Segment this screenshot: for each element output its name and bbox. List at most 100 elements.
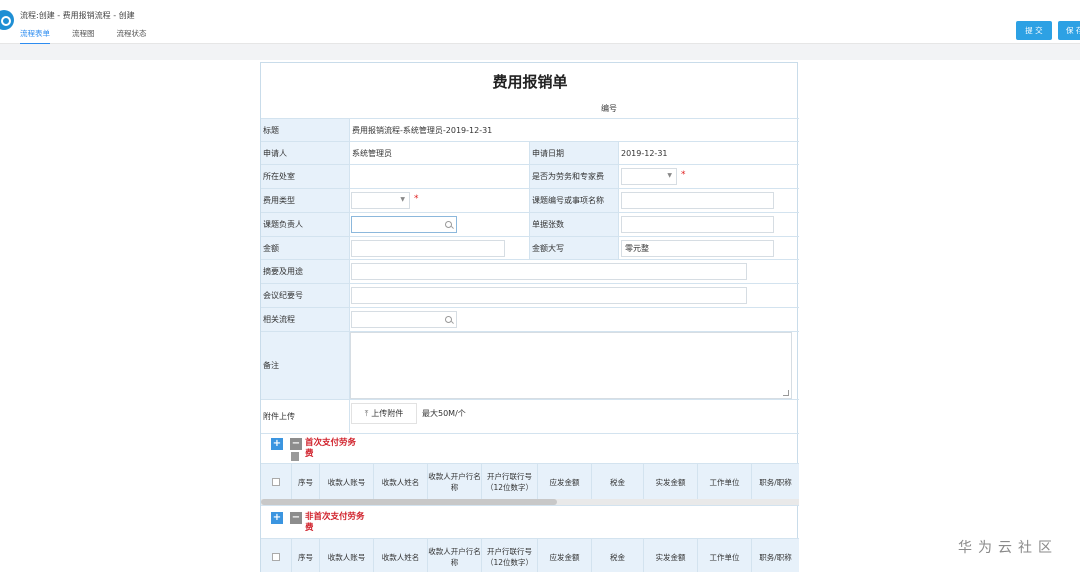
- column-header: 职务/职称: [751, 539, 799, 572]
- project-leader-label: 课题负责人: [261, 213, 350, 236]
- meeting-label: 会议纪要号: [261, 284, 350, 307]
- expense-form: 费用报销单 编号 标题 费用报销流程-系统管理员-2019-12-31 申请人 …: [260, 62, 799, 572]
- section-title: 非首次支付劳务费: [305, 512, 365, 533]
- row-dept: 所在处室 是否为劳务和专家费 ▼ *: [261, 164, 799, 188]
- select-all-checkbox-cell: [261, 539, 291, 572]
- column-header: 收款人姓名: [373, 539, 427, 572]
- select-all-checkbox[interactable]: [272, 478, 280, 486]
- tab-bar: 流程表单 流程图 流程状态: [20, 28, 147, 45]
- column-header: 应发金额: [537, 464, 591, 500]
- tab-status[interactable]: 流程状态: [117, 28, 147, 45]
- fee-type-select[interactable]: ▼: [351, 192, 410, 209]
- upload-hint: 最大50M/个: [422, 409, 466, 418]
- row-amount: 金额 金额大写 零元整: [261, 236, 799, 259]
- applicant-value: 系统管理员: [352, 148, 392, 158]
- section-non-first-payment: + − 非首次支付劳务费 序号 收款人账号 收款人姓名 收款人开户行名称 开户行…: [261, 505, 799, 572]
- upload-icon: ⤒: [364, 408, 369, 418]
- column-header: 职务/职称: [751, 464, 799, 500]
- is-labor-fee-select[interactable]: ▼: [621, 168, 677, 185]
- amount-upper-value: 零元整: [625, 244, 649, 253]
- form-title: 费用报销单: [492, 73, 568, 91]
- upload-button[interactable]: ⤒ 上传附件: [351, 403, 417, 424]
- tab-form[interactable]: 流程表单: [20, 28, 50, 45]
- amount-upper-input[interactable]: 零元整: [621, 240, 774, 257]
- row-meeting: 会议纪要号: [261, 283, 799, 307]
- copy-icon[interactable]: [291, 452, 299, 461]
- applicant-label: 申请人: [261, 142, 350, 164]
- related-flow-input[interactable]: [351, 311, 457, 328]
- search-icon[interactable]: [445, 221, 452, 228]
- minus-icon[interactable]: −: [290, 512, 302, 524]
- save-button[interactable]: 保 存: [1058, 21, 1080, 40]
- summary-label: 摘要及用途: [261, 260, 350, 283]
- project-no-input[interactable]: [621, 192, 774, 209]
- breadcrumb: 流程:创建 - 费用报销流程 - 创建: [20, 11, 135, 20]
- column-header: 税金: [591, 464, 643, 500]
- related-flow-label: 相关流程: [261, 308, 350, 331]
- select-all-checkbox-cell: [261, 464, 291, 500]
- apply-date-label: 申请日期: [529, 142, 619, 164]
- dept-label: 所在处室: [261, 165, 350, 188]
- required-mark: *: [681, 170, 686, 180]
- section-first-payment: + − 首次支付劳务费 序号 收款人账号 收款人姓名 收款人开户行名称 开户行联…: [261, 433, 799, 505]
- row-attachment: 附件上传 ⤒ 上传附件 最大50M/个: [261, 399, 799, 433]
- watermark: 华为云社区: [958, 540, 1058, 556]
- column-header: 序号: [291, 539, 319, 572]
- plus-icon[interactable]: +: [271, 438, 283, 450]
- select-all-checkbox[interactable]: [272, 553, 280, 561]
- column-header: 收款人开户行名称: [427, 464, 481, 500]
- minus-icon[interactable]: −: [290, 438, 302, 450]
- column-header: 收款人账号: [319, 464, 373, 500]
- fee-type-label: 费用类型: [261, 189, 350, 212]
- amount-upper-label: 金额大写: [529, 237, 619, 259]
- amount-label: 金额: [261, 237, 350, 259]
- section-title: 首次支付劳务费: [305, 438, 357, 459]
- column-header: 工作单位: [697, 539, 751, 572]
- top-bar: 流程:创建 - 费用报销流程 - 创建 流程表单 流程图 流程状态 提 交 保 …: [0, 0, 1080, 45]
- column-header: 实发金额: [643, 539, 697, 572]
- chevron-down-icon: ▼: [667, 172, 672, 179]
- row-related-flow: 相关流程: [261, 307, 799, 331]
- row-summary: 摘要及用途: [261, 259, 799, 283]
- tab-flowchart[interactable]: 流程图: [72, 28, 95, 45]
- remark-textarea[interactable]: [350, 332, 792, 399]
- column-header: 序号: [291, 464, 319, 500]
- attach-label: 附件上传: [261, 400, 350, 433]
- row-title: 标题 费用报销流程-系统管理员-2019-12-31: [261, 118, 799, 141]
- plus-icon[interactable]: +: [271, 512, 283, 524]
- column-header: 税金: [591, 539, 643, 572]
- row-applicant: 申请人 系统管理员 申请日期 2019-12-31: [261, 141, 799, 164]
- project-leader-input[interactable]: [351, 216, 457, 233]
- receipt-count-input[interactable]: [621, 216, 774, 233]
- column-header: 应发金额: [537, 539, 591, 572]
- column-header: 实发金额: [643, 464, 697, 500]
- required-mark: *: [414, 194, 419, 204]
- amount-input[interactable]: [351, 240, 505, 257]
- table-header: 序号 收款人账号 收款人姓名 收款人开户行名称 开户行联行号（12位数字） 应发…: [261, 463, 799, 500]
- project-no-label: 课题编号或事项名称: [529, 189, 619, 212]
- column-header: 收款人账号: [319, 539, 373, 572]
- column-header: 收款人姓名: [373, 464, 427, 500]
- resize-handle-icon[interactable]: [783, 390, 789, 396]
- summary-input[interactable]: [351, 263, 747, 280]
- apply-date-value: 2019-12-31: [621, 148, 668, 158]
- row-project-leader: 课题负责人 单据张数: [261, 212, 799, 236]
- row-fee-type: 费用类型 ▼ * 课题编号或事项名称: [261, 188, 799, 212]
- is-labor-fee-label: 是否为劳务和专家费: [529, 165, 619, 188]
- sub-bar: [0, 44, 1080, 60]
- upload-button-label: 上传附件: [371, 409, 404, 418]
- search-icon[interactable]: [445, 316, 452, 323]
- title-label: 标题: [261, 119, 350, 141]
- column-header: 开户行联行号（12位数字）: [481, 539, 537, 572]
- table-header: 序号 收款人账号 收款人姓名 收款人开户行名称 开户行联行号（12位数字） 应发…: [261, 538, 799, 572]
- column-header: 收款人开户行名称: [427, 539, 481, 572]
- serial-number-label: 编号: [601, 104, 617, 113]
- row-remark: 备注: [261, 331, 799, 399]
- column-header: 开户行联行号（12位数字）: [481, 464, 537, 500]
- submit-button[interactable]: 提 交: [1016, 21, 1052, 40]
- chevron-down-icon: ▼: [400, 196, 405, 203]
- title-value: 费用报销流程-系统管理员-2019-12-31: [352, 125, 493, 135]
- receipt-count-label: 单据张数: [529, 213, 619, 236]
- meeting-input[interactable]: [351, 287, 747, 304]
- remark-label: 备注: [261, 332, 350, 399]
